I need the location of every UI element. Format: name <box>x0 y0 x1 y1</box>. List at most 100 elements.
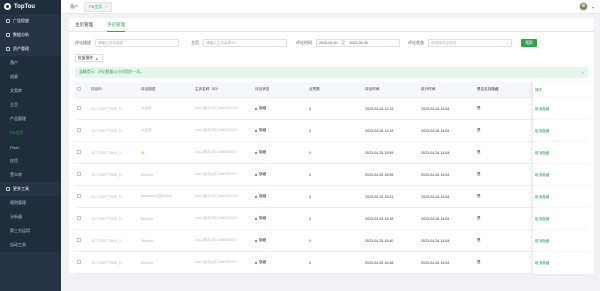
column-header: 点赞数 <box>309 87 320 91</box>
row-checkbox[interactable] <box>77 216 81 220</box>
sidebar-item[interactable]: 文案库 <box>0 84 61 98</box>
batch-operation-select[interactable]: 批量操作 ∨ <box>75 54 103 62</box>
comment-status-select[interactable]: 请选择评论状态 ⌄ <box>428 39 512 47</box>
close-icon[interactable]: × <box>582 71 584 75</box>
sidebar-item[interactable]: 资产管理 <box>0 42 61 56</box>
hide-cell: 是 <box>477 194 481 198</box>
hide-cell: 是 <box>477 172 481 176</box>
close-icon[interactable]: × <box>105 4 107 9</box>
top-bar: TopTou 落户 FB主页 × ▾ <box>0 0 600 14</box>
column-header: 评论描述 <box>141 87 156 91</box>
desc-cell: Bulliant <box>141 260 153 265</box>
table-row: 1071780773995_5... Bulliant Lily以测试公司 1188… <box>75 229 591 252</box>
avatar[interactable] <box>579 2 588 11</box>
status-cell: 隐藏 <box>253 128 307 133</box>
sidebar-item[interactable]: 更多工具 <box>0 182 61 196</box>
row-checkbox[interactable] <box>77 194 81 198</box>
status-dot-icon <box>255 129 257 132</box>
sidebar-item[interactable]: 落户 <box>0 56 61 70</box>
column-header[interactable] <box>75 87 89 92</box>
table-header: 评论ID 评论描述 主页名称（ID） 评论状态 点赞数 评论时间 执行时间 是否支持隐藏 操作 <box>75 81 591 98</box>
action-cell: 取消隐藏 <box>533 229 591 252</box>
unhide-link[interactable]: 取消隐藏 <box>535 129 549 133</box>
status-text: 隐藏 <box>259 260 267 264</box>
desc-cell: 以后的 <box>141 128 152 132</box>
status-dot-icon <box>255 239 257 242</box>
row-checkbox[interactable] <box>77 150 81 154</box>
page-name-cell: Lily以测试公司 11880498702? <box>195 194 238 199</box>
row-checkbox[interactable] <box>77 106 81 110</box>
unhide-link[interactable]: 取消隐藏 <box>535 217 549 221</box>
page-input[interactable]: 请输入主页名称/ID <box>203 39 287 47</box>
sidebar-item[interactable]: 广告投放 <box>0 14 61 28</box>
hide-cell: 是 <box>477 150 481 154</box>
row-checkbox[interactable] <box>77 238 81 242</box>
unhide-link[interactable]: 取消隐藏 <box>535 151 549 155</box>
logo[interactable]: TopTou <box>0 0 61 14</box>
hide-cell: 是 <box>477 238 481 242</box>
date-to: 2023-04-26 <box>349 41 368 45</box>
etime-cell: 2023-04-26 14:54 <box>421 128 450 133</box>
unhide-link[interactable]: 取消隐藏 <box>535 173 549 177</box>
unhide-link[interactable]: 取消隐藏 <box>535 261 549 265</box>
unhide-link[interactable]: 取消隐藏 <box>535 239 549 243</box>
action-cell: 取消隐藏 <box>533 207 591 230</box>
sidebar-item[interactable]: 第三方运用 <box>0 224 61 238</box>
tab-comment-management[interactable]: 评论管理 <box>107 18 125 32</box>
page-name-cell: Lily以测试公司 11880498702? <box>195 106 238 111</box>
sidebar-item[interactable]: 产品管理 <box>0 112 61 126</box>
select-all-checkbox[interactable] <box>77 87 81 91</box>
likes-cell: 0 <box>309 238 311 243</box>
likes-cell: 0 <box>309 106 311 111</box>
tab-page-management[interactable]: 主页管理 <box>75 18 93 32</box>
crumb-home[interactable]: 落户 <box>70 4 78 10</box>
breadcrumb: 落户 FB主页 × <box>61 1 113 12</box>
sidebar-item-label: 规则管理 <box>10 200 26 205</box>
status-dot-icon <box>255 217 257 220</box>
chevron-down-icon[interactable]: ▾ <box>592 5 594 10</box>
comment-time-label: 评论时间 <box>296 40 312 45</box>
status-text: 隐藏 <box>259 128 267 132</box>
sidebar-item-label: Pixel <box>10 144 19 150</box>
status-cell: 隐藏 <box>253 194 307 199</box>
hide-cell: 是 <box>477 106 481 110</box>
row-checkbox[interactable] <box>77 128 81 132</box>
sidebar-item[interactable]: FB主页 <box>0 126 61 140</box>
comment-desc-input[interactable]: 请输入评论描述 <box>95 39 179 47</box>
tab-fb-page[interactable]: FB主页 × <box>84 1 113 12</box>
status-text: 隐藏 <box>259 150 267 154</box>
unhide-link[interactable]: 取消隐藏 <box>535 195 549 199</box>
logo-mark-icon <box>4 3 11 10</box>
sidebar-item[interactable]: 分析器 <box>0 210 61 224</box>
page-name-cell: Lily以测试公司 11880498702? <box>195 238 238 243</box>
logo-text: TopTou <box>14 3 36 10</box>
etime-cell: 2023-04-26 14:54 <box>421 172 450 177</box>
etime-cell: 2023-04-26 14:54 <box>421 216 450 221</box>
sidebar-item[interactable]: 数据分析 <box>0 28 61 42</box>
sidebar-item-label: 更多工具 <box>13 186 29 191</box>
status-text: 隐藏 <box>259 216 267 220</box>
page-name-cell: Lily以测试公司 11880498702? <box>195 128 238 133</box>
sidebar-item[interactable]: 主页 <box>0 98 61 112</box>
unhide-link[interactable]: 取消隐藏 <box>535 107 549 111</box>
hide-cell: 是 <box>477 128 481 132</box>
ctime-cell: 2023-04-25 15:59 <box>365 150 394 155</box>
chevron-down-icon: ∨ <box>95 56 98 61</box>
column-header: 评论状态 <box>255 87 270 91</box>
etime-cell: 2023-04-26 14:54 <box>421 260 450 265</box>
alert-text: 温馨提示：评论数据12小时同步一次。 <box>79 70 144 74</box>
sidebar-item[interactable]: 自动工具 <box>0 238 61 252</box>
sidebar-item[interactable]: 规则管理 <box>0 196 61 210</box>
sidebar-item-label: 第三方运用 <box>10 228 30 233</box>
row-checkbox[interactable] <box>77 260 81 264</box>
status-text: 隐藏 <box>259 106 267 110</box>
date-range-picker[interactable]: 2023-04-20 至 2023-04-26 <box>316 39 400 47</box>
sidebar-item[interactable]: 受众库 <box>0 168 61 182</box>
sidebar-item[interactable]: Pixel <box>0 140 61 154</box>
sidebar-item-label: 应用 <box>10 158 18 163</box>
ctime-cell: 2023-04-25 15:51 <box>365 194 394 199</box>
sidebar-item[interactable]: 创意 <box>0 70 61 84</box>
sidebar-item[interactable]: 应用 <box>0 154 61 168</box>
search-button[interactable]: 搜索 <box>521 39 537 47</box>
row-checkbox[interactable] <box>77 172 81 176</box>
